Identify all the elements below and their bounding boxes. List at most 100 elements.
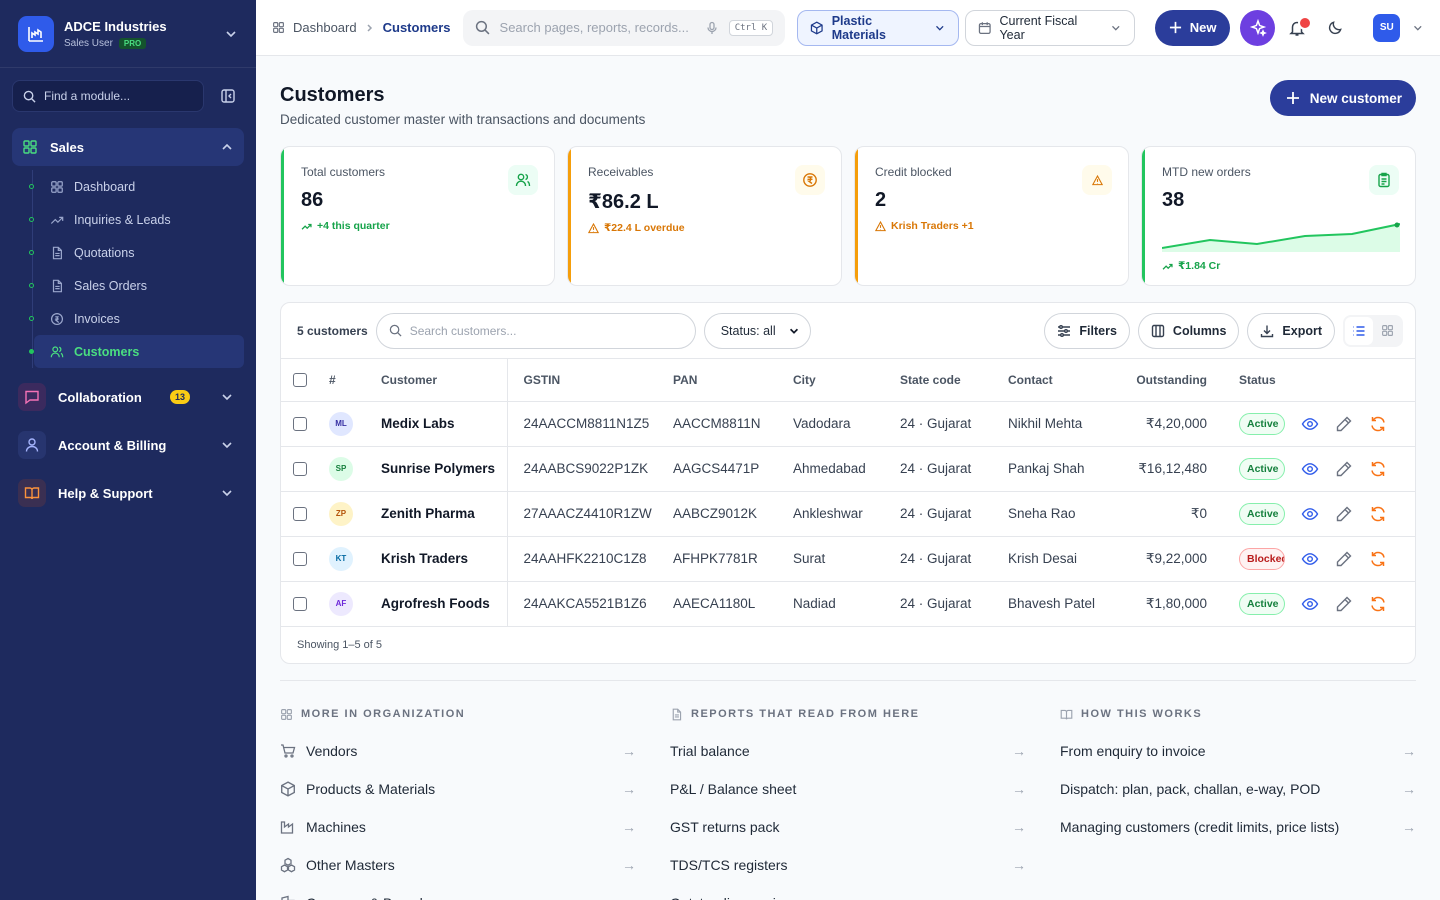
refresh-icon[interactable] (1369, 595, 1387, 613)
stat-note: ₹22.4 L overdue (588, 222, 823, 234)
contact-cell: Sneha Rao (1000, 491, 1118, 537)
notifications-button[interactable] (1279, 10, 1314, 46)
global-search-input[interactable]: Search pages, reports, records... Ctrl K (462, 9, 786, 46)
stat-note: +4 this quarter (301, 220, 536, 232)
sidebar-item-inquiries-leads[interactable]: Inquiries & Leads (29, 203, 244, 236)
sales-submenu: Dashboard Inquiries & Leads Quotations S… (29, 170, 244, 368)
nav-group-sales[interactable]: Sales (12, 128, 244, 166)
related-link[interactable]: Outstanding ageing → (670, 884, 1026, 900)
row-checkbox[interactable] (293, 462, 307, 477)
ai-assistant-button[interactable] (1240, 9, 1276, 46)
row-checkbox[interactable] (293, 597, 307, 612)
status-filter-select[interactable]: Status: all (703, 312, 811, 349)
related-link[interactable]: Products & Materials → (280, 770, 636, 808)
eye-icon[interactable] (1301, 595, 1319, 613)
factory-icon (280, 819, 296, 835)
list-view-button[interactable] (1345, 316, 1373, 345)
related-link[interactable]: Trial balance → (670, 732, 1026, 770)
related-link[interactable]: GST returns pack → (670, 808, 1026, 846)
related-link[interactable]: Dispatch: plan, pack, challan, e-way, PO… (1060, 770, 1416, 808)
customer-name[interactable]: Zenith Pharma (373, 491, 508, 537)
column-header-outstanding[interactable]: Outstanding (1118, 359, 1215, 402)
stat-card-mtd-new-orders[interactable]: MTD new orders 38 ₹1.84 Cr (1141, 146, 1416, 286)
row-checkbox[interactable] (293, 507, 307, 522)
sidebar-item-customers[interactable]: Customers (29, 335, 244, 368)
nav-group-help-support[interactable]: Help & Support (12, 474, 244, 512)
collapse-sidebar-button[interactable] (212, 80, 244, 112)
new-customer-button[interactable]: New customer (1269, 80, 1416, 116)
sidebar-item-invoices[interactable]: Invoices (29, 302, 244, 335)
refresh-icon[interactable] (1369, 505, 1387, 523)
grid-view-button[interactable] (1373, 317, 1401, 345)
table-row[interactable]: KT Krish Traders 24AAHFK2210C1Z8 AFHPK77… (281, 536, 1415, 582)
nav-group-collaboration[interactable]: Collaboration 13 (12, 378, 244, 416)
pencil-icon[interactable] (1335, 415, 1353, 433)
refresh-icon[interactable] (1369, 460, 1387, 478)
sidebar-item-sales-orders[interactable]: Sales Orders (29, 269, 244, 302)
refresh-icon[interactable] (1369, 550, 1387, 568)
module-search-input[interactable]: Find a module... (12, 80, 204, 112)
pencil-icon[interactable] (1335, 595, 1353, 613)
filters-button[interactable]: Filters (1044, 312, 1130, 349)
row-checkbox[interactable] (293, 417, 307, 432)
eye-icon[interactable] (1301, 505, 1319, 523)
table-row[interactable]: ZP Zenith Pharma 27AAACZ4410R1ZW AABCZ90… (281, 491, 1415, 537)
related-link[interactable]: Managing customers (credit limits, price… (1060, 808, 1416, 846)
select-all-checkbox[interactable] (293, 373, 307, 388)
breadcrumb-dashboard[interactable]: Dashboard (293, 20, 357, 35)
related-link[interactable]: From enquiry to invoice → (1060, 732, 1416, 770)
pencil-icon[interactable] (1335, 550, 1353, 568)
stat-card-total-customers[interactable]: Total customers 86 +4 this quarter (280, 146, 555, 286)
pencil-icon[interactable] (1335, 505, 1353, 523)
customer-name[interactable]: Krish Traders (373, 536, 508, 582)
customer-name[interactable]: Agrofresh Foods (373, 581, 508, 627)
row-select-cell (281, 491, 321, 537)
user-avatar[interactable]: SU (1373, 13, 1401, 42)
pencil-icon[interactable] (1335, 460, 1353, 478)
theme-toggle-button[interactable] (1318, 10, 1353, 46)
grid-icon (23, 140, 37, 154)
eye-icon[interactable] (1301, 550, 1319, 568)
column-header-status[interactable]: Status (1215, 359, 1415, 402)
related-link[interactable]: Machines → (280, 808, 636, 846)
eye-icon[interactable] (1301, 415, 1319, 433)
row-checkbox[interactable] (293, 552, 307, 567)
related-link[interactable]: Vendors → (280, 732, 636, 770)
customer-name[interactable]: Sunrise Polymers (373, 446, 508, 492)
related-link[interactable]: P&L / Balance sheet → (670, 770, 1026, 808)
period-dropdown[interactable]: Current Fiscal Year (964, 9, 1135, 46)
nav-group-account-billing[interactable]: Account & Billing (12, 426, 244, 464)
column-header-city[interactable]: City (785, 359, 892, 402)
sidebar-item-dashboard[interactable]: Dashboard (29, 170, 244, 203)
column-header-customer[interactable]: Customer (373, 359, 508, 402)
stat-label: Receivables (588, 165, 654, 179)
chevron-down-icon[interactable] (1412, 22, 1424, 34)
sidebar-item-quotations[interactable]: Quotations (29, 236, 244, 269)
column-header-state[interactable]: State code (892, 359, 1000, 402)
column-header-index[interactable]: # (321, 359, 373, 402)
page-subtitle: Dedicated customer master with transacti… (280, 112, 646, 127)
table-row[interactable]: AF Agrofresh Foods 24AAKCA5521B1Z6 AAECA… (281, 581, 1415, 627)
customer-name[interactable]: Medix Labs (373, 401, 508, 447)
new-button[interactable]: New (1154, 9, 1231, 46)
related-link[interactable]: TDS/TCS registers → (670, 846, 1026, 884)
stat-card-receivables[interactable]: Receivables ₹86.2 L ₹22.4 L overdue (567, 146, 842, 286)
eye-icon[interactable] (1301, 460, 1319, 478)
table-row[interactable]: SP Sunrise Polymers 24AABCS9022P1ZK AAGC… (281, 446, 1415, 492)
refresh-icon[interactable] (1369, 415, 1387, 433)
sidebar-item-label: Dashboard (74, 179, 136, 194)
export-button[interactable]: Export (1247, 312, 1335, 349)
microphone-icon[interactable] (705, 21, 719, 35)
columns-button[interactable]: Columns (1137, 312, 1240, 349)
organization-filter-dropdown[interactable]: Plastic Materials (797, 9, 959, 46)
column-header-pan[interactable]: PAN (665, 359, 785, 402)
stat-card-credit-blocked[interactable]: Credit blocked 2 Krish Traders +1 (854, 146, 1129, 286)
sidebar-item-label: Quotations (74, 245, 135, 260)
table-row[interactable]: ML Medix Labs 24AACCM8811N1Z5 AACCM8811N… (281, 401, 1415, 447)
column-header-gstin[interactable]: GSTIN (507, 359, 665, 402)
related-link[interactable]: Company & Branches → (280, 884, 636, 900)
column-header-contact[interactable]: Contact (1000, 359, 1118, 402)
brand-switcher[interactable]: ADCE Industries Sales User PRO (0, 0, 256, 68)
customer-search-input[interactable]: Search customers... (375, 312, 696, 349)
related-link[interactable]: Other Masters → (280, 846, 636, 884)
